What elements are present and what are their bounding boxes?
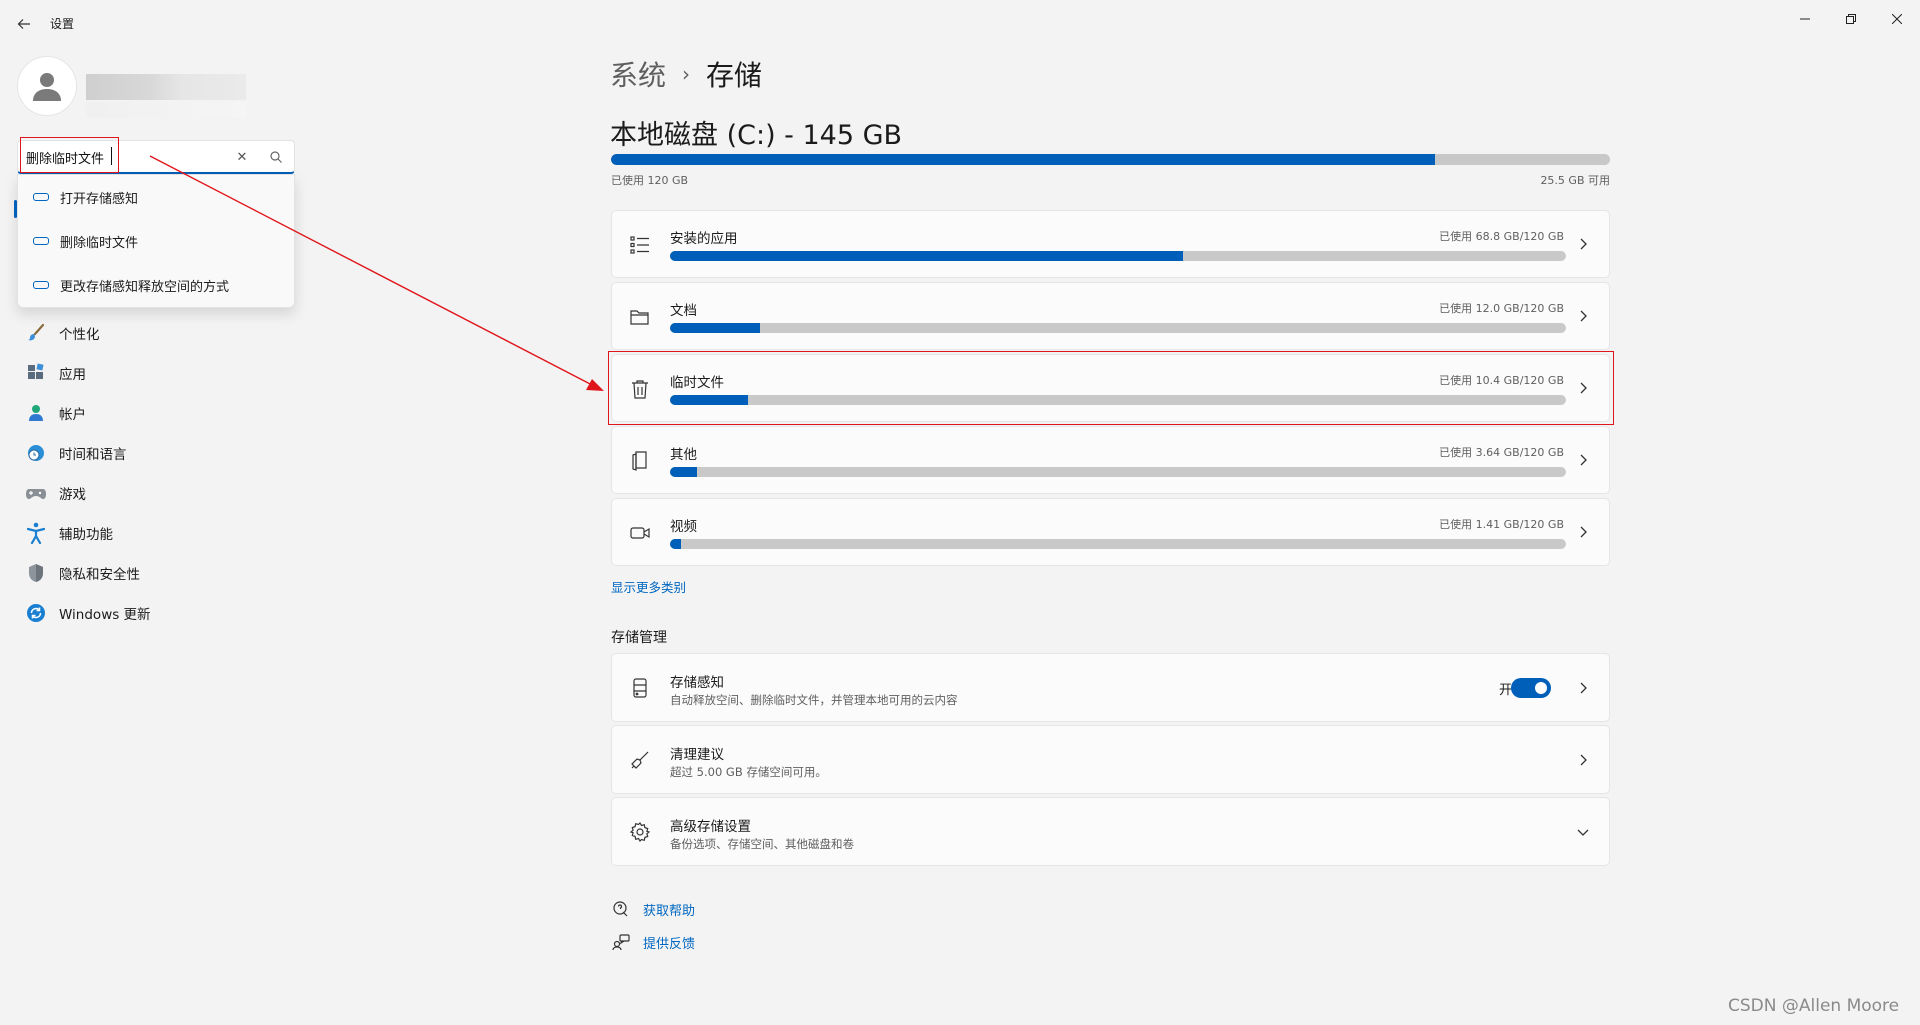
annotation-arrow [149, 155, 604, 391]
watermark: CSDN @Allen Moore [1728, 996, 1900, 1016]
